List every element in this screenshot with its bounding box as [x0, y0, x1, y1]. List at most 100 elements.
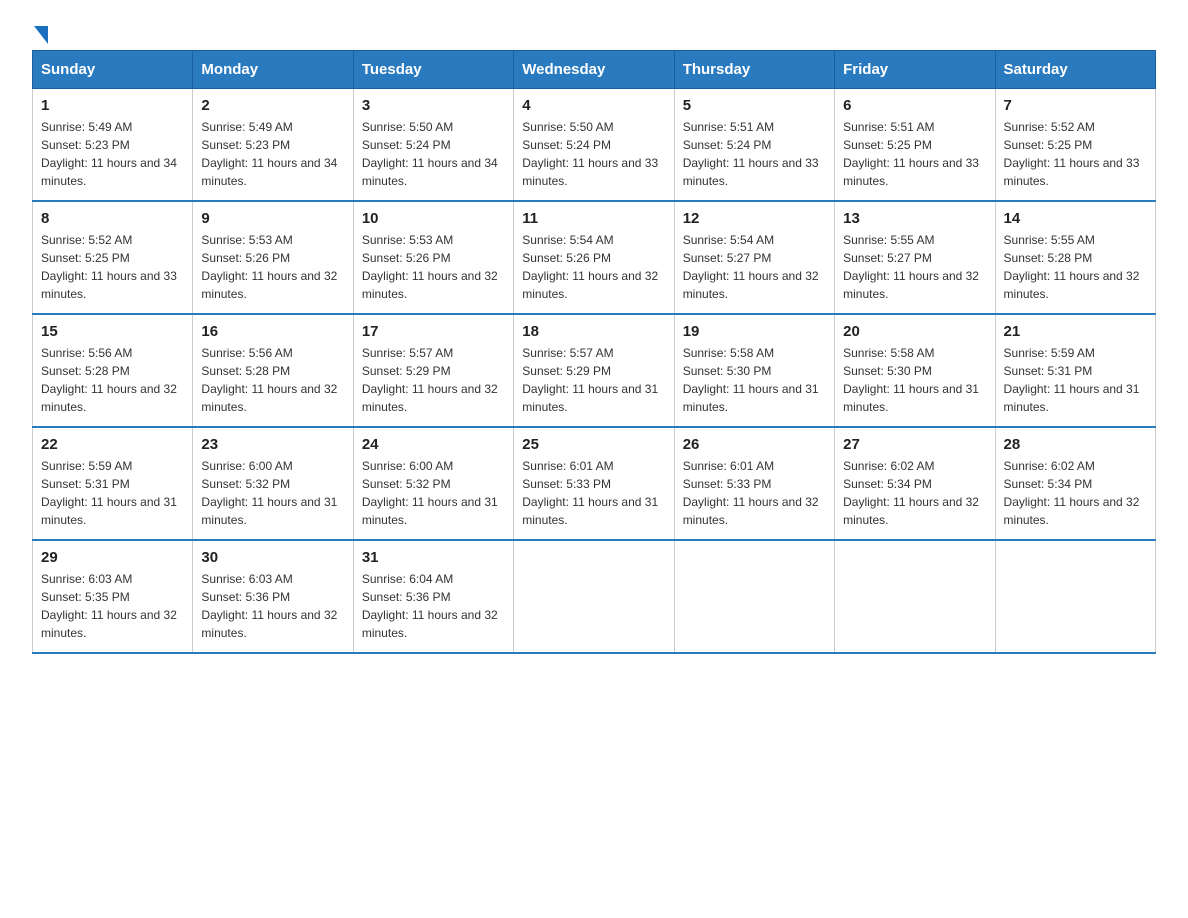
day-info: Sunrise: 5:49 AM Sunset: 5:23 PM Dayligh… — [41, 118, 184, 190]
calendar-day-cell: 8 Sunrise: 5:52 AM Sunset: 5:25 PM Dayli… — [33, 201, 193, 314]
day-info: Sunrise: 5:53 AM Sunset: 5:26 PM Dayligh… — [201, 231, 344, 303]
calendar-day-cell: 26 Sunrise: 6:01 AM Sunset: 5:33 PM Dayl… — [674, 427, 834, 540]
calendar-week-row: 1 Sunrise: 5:49 AM Sunset: 5:23 PM Dayli… — [33, 89, 1156, 202]
calendar-day-cell — [514, 540, 674, 653]
calendar-day-cell: 30 Sunrise: 6:03 AM Sunset: 5:36 PM Dayl… — [193, 540, 353, 653]
calendar-day-cell: 18 Sunrise: 5:57 AM Sunset: 5:29 PM Dayl… — [514, 314, 674, 427]
logo — [32, 24, 48, 40]
calendar-day-cell: 14 Sunrise: 5:55 AM Sunset: 5:28 PM Dayl… — [995, 201, 1155, 314]
day-of-week-header: Tuesday — [353, 51, 513, 89]
calendar-day-cell: 28 Sunrise: 6:02 AM Sunset: 5:34 PM Dayl… — [995, 427, 1155, 540]
calendar-day-cell: 2 Sunrise: 5:49 AM Sunset: 5:23 PM Dayli… — [193, 89, 353, 202]
day-of-week-header: Friday — [835, 51, 995, 89]
calendar-week-row: 22 Sunrise: 5:59 AM Sunset: 5:31 PM Dayl… — [33, 427, 1156, 540]
day-number: 31 — [362, 549, 505, 566]
day-number: 3 — [362, 97, 505, 114]
day-number: 13 — [843, 210, 986, 227]
page-header — [32, 24, 1156, 40]
day-info: Sunrise: 6:02 AM Sunset: 5:34 PM Dayligh… — [843, 457, 986, 529]
day-number: 16 — [201, 323, 344, 340]
day-number: 14 — [1004, 210, 1147, 227]
day-info: Sunrise: 6:03 AM Sunset: 5:36 PM Dayligh… — [201, 570, 344, 642]
day-info: Sunrise: 5:59 AM Sunset: 5:31 PM Dayligh… — [41, 457, 184, 529]
calendar-day-cell — [995, 540, 1155, 653]
day-info: Sunrise: 5:50 AM Sunset: 5:24 PM Dayligh… — [522, 118, 665, 190]
day-info: Sunrise: 5:55 AM Sunset: 5:27 PM Dayligh… — [843, 231, 986, 303]
day-info: Sunrise: 5:51 AM Sunset: 5:24 PM Dayligh… — [683, 118, 826, 190]
calendar-day-cell: 27 Sunrise: 6:02 AM Sunset: 5:34 PM Dayl… — [835, 427, 995, 540]
day-info: Sunrise: 5:57 AM Sunset: 5:29 PM Dayligh… — [362, 344, 505, 416]
calendar-day-cell: 6 Sunrise: 5:51 AM Sunset: 5:25 PM Dayli… — [835, 89, 995, 202]
calendar-week-row: 15 Sunrise: 5:56 AM Sunset: 5:28 PM Dayl… — [33, 314, 1156, 427]
day-number: 2 — [201, 97, 344, 114]
day-info: Sunrise: 5:52 AM Sunset: 5:25 PM Dayligh… — [41, 231, 184, 303]
calendar-day-cell: 10 Sunrise: 5:53 AM Sunset: 5:26 PM Dayl… — [353, 201, 513, 314]
day-number: 17 — [362, 323, 505, 340]
calendar-day-cell: 17 Sunrise: 5:57 AM Sunset: 5:29 PM Dayl… — [353, 314, 513, 427]
calendar-day-cell: 15 Sunrise: 5:56 AM Sunset: 5:28 PM Dayl… — [33, 314, 193, 427]
day-number: 26 — [683, 436, 826, 453]
day-info: Sunrise: 5:50 AM Sunset: 5:24 PM Dayligh… — [362, 118, 505, 190]
day-info: Sunrise: 6:04 AM Sunset: 5:36 PM Dayligh… — [362, 570, 505, 642]
day-info: Sunrise: 6:03 AM Sunset: 5:35 PM Dayligh… — [41, 570, 184, 642]
day-info: Sunrise: 5:54 AM Sunset: 5:27 PM Dayligh… — [683, 231, 826, 303]
day-number: 1 — [41, 97, 184, 114]
day-info: Sunrise: 5:52 AM Sunset: 5:25 PM Dayligh… — [1004, 118, 1147, 190]
calendar-day-cell: 11 Sunrise: 5:54 AM Sunset: 5:26 PM Dayl… — [514, 201, 674, 314]
calendar-header-row: SundayMondayTuesdayWednesdayThursdayFrid… — [33, 51, 1156, 89]
calendar-day-cell: 19 Sunrise: 5:58 AM Sunset: 5:30 PM Dayl… — [674, 314, 834, 427]
calendar-table: SundayMondayTuesdayWednesdayThursdayFrid… — [32, 50, 1156, 654]
day-info: Sunrise: 5:57 AM Sunset: 5:29 PM Dayligh… — [522, 344, 665, 416]
calendar-day-cell: 5 Sunrise: 5:51 AM Sunset: 5:24 PM Dayli… — [674, 89, 834, 202]
day-of-week-header: Sunday — [33, 51, 193, 89]
calendar-week-row: 8 Sunrise: 5:52 AM Sunset: 5:25 PM Dayli… — [33, 201, 1156, 314]
day-info: Sunrise: 5:59 AM Sunset: 5:31 PM Dayligh… — [1004, 344, 1147, 416]
day-number: 15 — [41, 323, 184, 340]
day-info: Sunrise: 5:58 AM Sunset: 5:30 PM Dayligh… — [843, 344, 986, 416]
day-number: 22 — [41, 436, 184, 453]
day-info: Sunrise: 5:56 AM Sunset: 5:28 PM Dayligh… — [201, 344, 344, 416]
day-info: Sunrise: 5:51 AM Sunset: 5:25 PM Dayligh… — [843, 118, 986, 190]
calendar-day-cell — [674, 540, 834, 653]
calendar-day-cell: 29 Sunrise: 6:03 AM Sunset: 5:35 PM Dayl… — [33, 540, 193, 653]
calendar-day-cell: 13 Sunrise: 5:55 AM Sunset: 5:27 PM Dayl… — [835, 201, 995, 314]
calendar-day-cell: 21 Sunrise: 5:59 AM Sunset: 5:31 PM Dayl… — [995, 314, 1155, 427]
calendar-day-cell: 1 Sunrise: 5:49 AM Sunset: 5:23 PM Dayli… — [33, 89, 193, 202]
calendar-week-row: 29 Sunrise: 6:03 AM Sunset: 5:35 PM Dayl… — [33, 540, 1156, 653]
calendar-body: 1 Sunrise: 5:49 AM Sunset: 5:23 PM Dayli… — [33, 89, 1156, 654]
day-number: 29 — [41, 549, 184, 566]
calendar-day-cell: 25 Sunrise: 6:01 AM Sunset: 5:33 PM Dayl… — [514, 427, 674, 540]
day-number: 24 — [362, 436, 505, 453]
day-info: Sunrise: 6:02 AM Sunset: 5:34 PM Dayligh… — [1004, 457, 1147, 529]
day-number: 4 — [522, 97, 665, 114]
day-number: 7 — [1004, 97, 1147, 114]
day-number: 20 — [843, 323, 986, 340]
logo-triangle-icon — [34, 26, 48, 44]
day-number: 19 — [683, 323, 826, 340]
calendar-day-cell: 24 Sunrise: 6:00 AM Sunset: 5:32 PM Dayl… — [353, 427, 513, 540]
day-of-week-header: Monday — [193, 51, 353, 89]
day-info: Sunrise: 6:01 AM Sunset: 5:33 PM Dayligh… — [522, 457, 665, 529]
day-number: 11 — [522, 210, 665, 227]
calendar-day-cell: 4 Sunrise: 5:50 AM Sunset: 5:24 PM Dayli… — [514, 89, 674, 202]
day-info: Sunrise: 5:53 AM Sunset: 5:26 PM Dayligh… — [362, 231, 505, 303]
day-info: Sunrise: 5:58 AM Sunset: 5:30 PM Dayligh… — [683, 344, 826, 416]
day-number: 8 — [41, 210, 184, 227]
day-number: 9 — [201, 210, 344, 227]
day-number: 5 — [683, 97, 826, 114]
day-number: 28 — [1004, 436, 1147, 453]
calendar-day-cell: 22 Sunrise: 5:59 AM Sunset: 5:31 PM Dayl… — [33, 427, 193, 540]
day-info: Sunrise: 5:54 AM Sunset: 5:26 PM Dayligh… — [522, 231, 665, 303]
calendar-day-cell: 31 Sunrise: 6:04 AM Sunset: 5:36 PM Dayl… — [353, 540, 513, 653]
day-of-week-header: Thursday — [674, 51, 834, 89]
day-of-week-header: Saturday — [995, 51, 1155, 89]
day-number: 23 — [201, 436, 344, 453]
day-number: 30 — [201, 549, 344, 566]
calendar-day-cell: 12 Sunrise: 5:54 AM Sunset: 5:27 PM Dayl… — [674, 201, 834, 314]
day-info: Sunrise: 6:00 AM Sunset: 5:32 PM Dayligh… — [201, 457, 344, 529]
day-info: Sunrise: 5:56 AM Sunset: 5:28 PM Dayligh… — [41, 344, 184, 416]
calendar-day-cell: 9 Sunrise: 5:53 AM Sunset: 5:26 PM Dayli… — [193, 201, 353, 314]
calendar-day-cell: 16 Sunrise: 5:56 AM Sunset: 5:28 PM Dayl… — [193, 314, 353, 427]
day-number: 27 — [843, 436, 986, 453]
day-number: 12 — [683, 210, 826, 227]
